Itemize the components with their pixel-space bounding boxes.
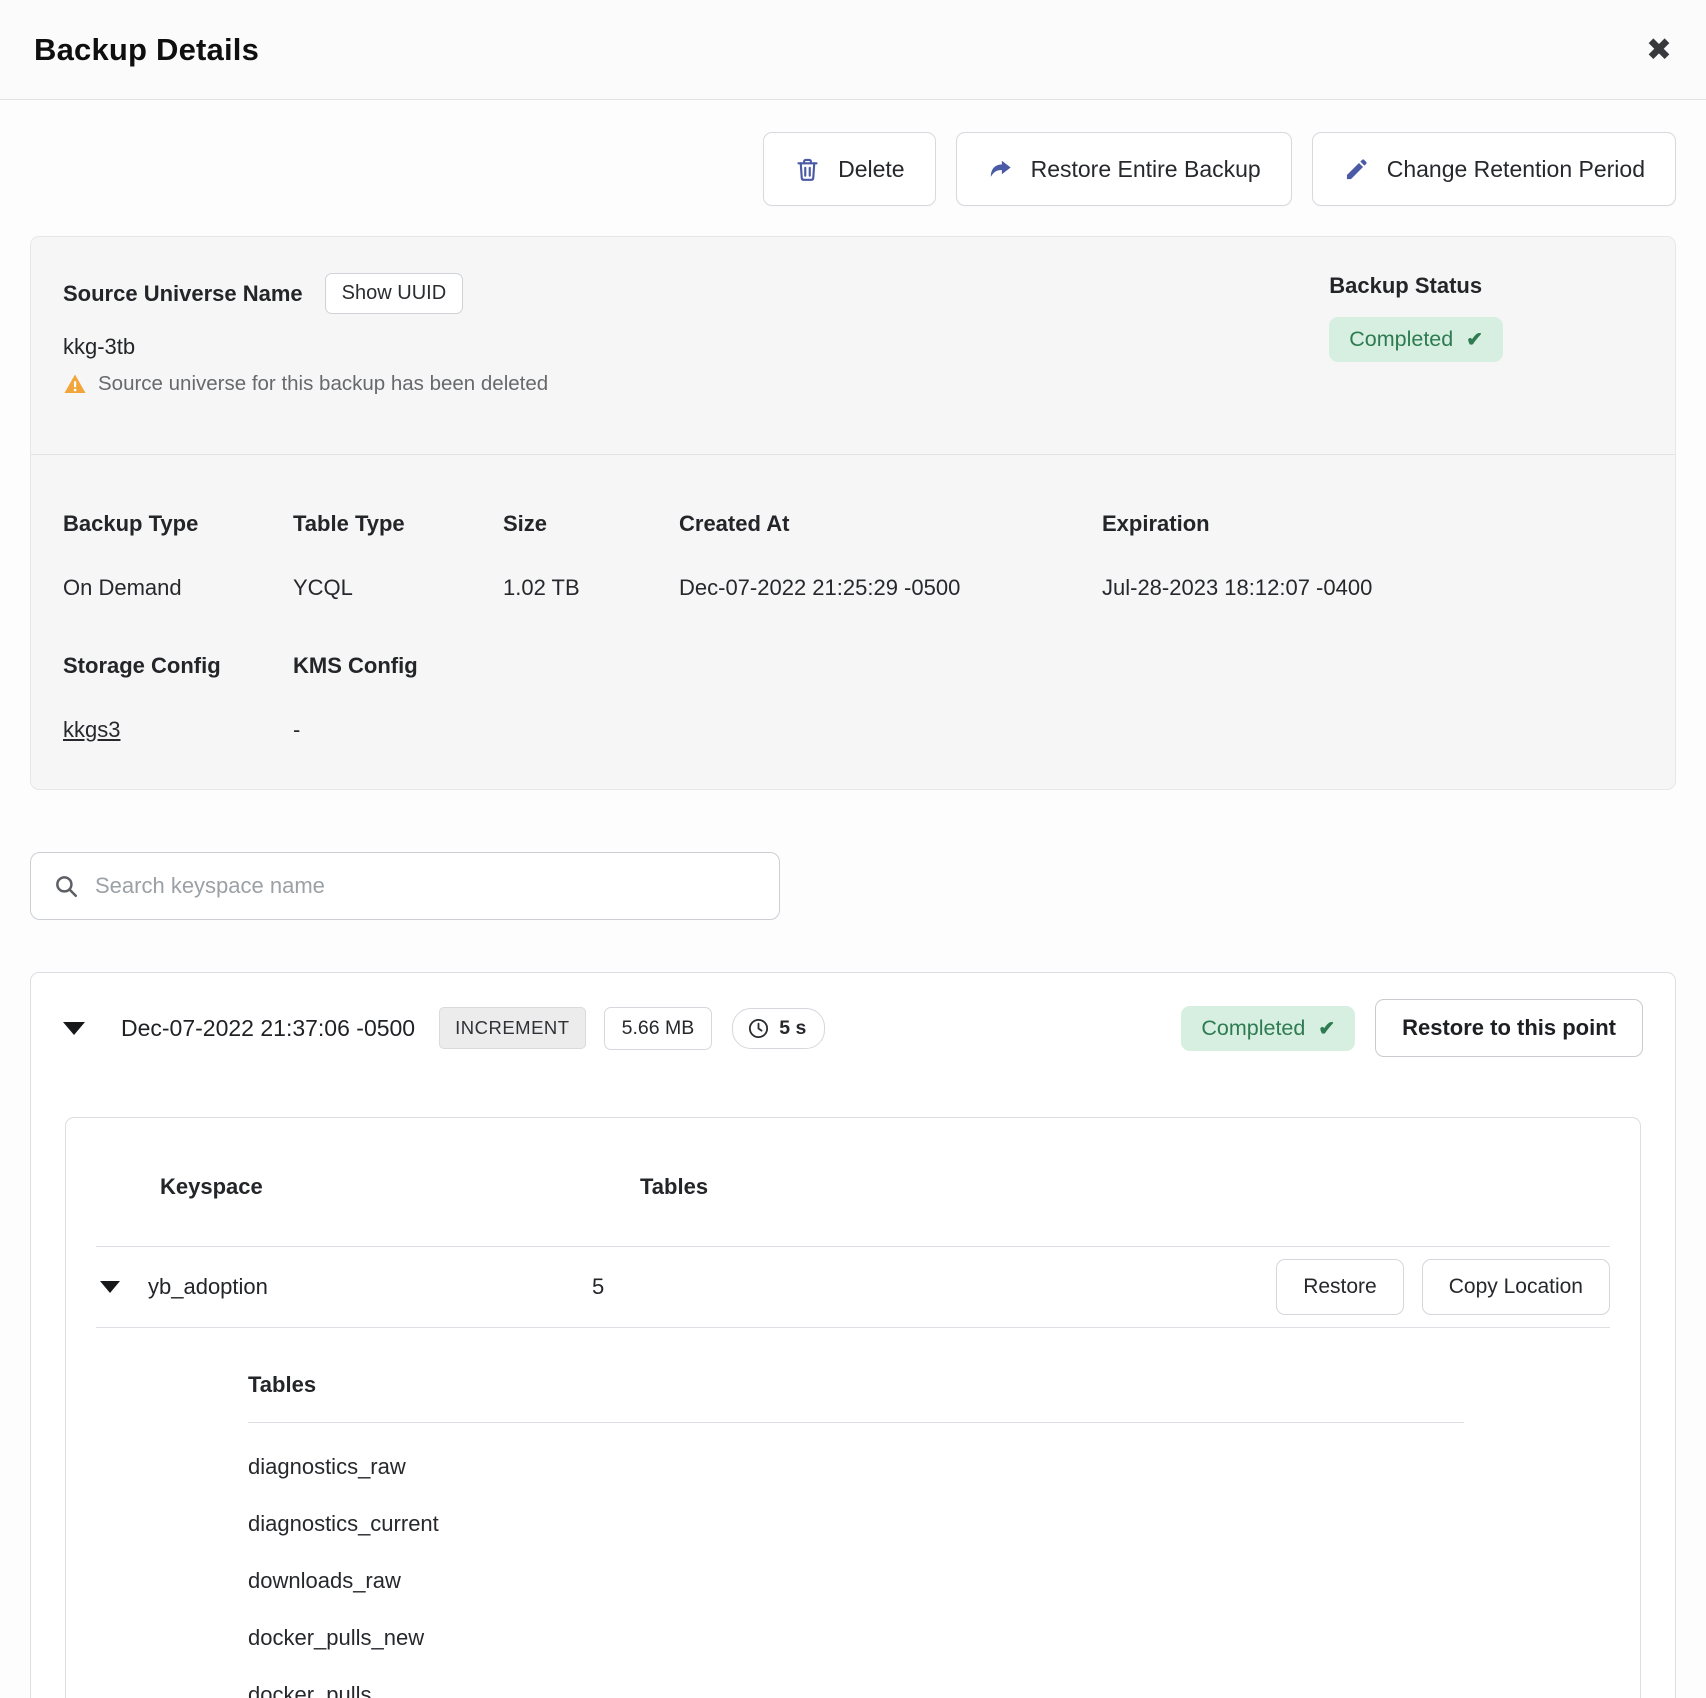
backup-status-block: Backup Status Completed ✔ (1329, 273, 1503, 396)
keyspace-table-header: Keyspace Tables (66, 1118, 1640, 1246)
storage-config-label: Storage Config (63, 653, 293, 679)
keyspace-row-actions: Restore Copy Location (1276, 1259, 1610, 1315)
size-field: Size 1.02 TB (503, 511, 679, 601)
increment-status-text: Completed (1201, 1016, 1305, 1041)
show-uuid-button[interactable]: Show UUID (325, 273, 463, 314)
keyspace-column-header: Keyspace (160, 1174, 640, 1200)
status-badge: Completed ✔ (1329, 317, 1503, 362)
kms-config-value: - (293, 717, 300, 742)
created-at-label: Created At (679, 511, 1102, 537)
size-value: 1.02 TB (503, 575, 580, 600)
kms-config-label: KMS Config (293, 653, 546, 679)
change-retention-period-button[interactable]: Change Retention Period (1312, 132, 1676, 206)
chevron-down-icon[interactable] (63, 1022, 85, 1035)
table-type-field: Table Type YCQL (293, 511, 503, 601)
table-name-item: diagnostics_raw (248, 1454, 1640, 1480)
restore-to-this-point-button[interactable]: Restore to this point (1375, 999, 1643, 1057)
expiration-value: Jul-28-2023 18:12:07 -0400 (1102, 575, 1372, 600)
pencil-icon (1343, 156, 1370, 183)
increment-duration-badge: 5 s (732, 1008, 825, 1049)
increment-status-badge: Completed ✔ (1181, 1006, 1355, 1051)
warning-text: Source universe for this backup has been… (98, 372, 548, 396)
expiration-label: Expiration (1102, 511, 1372, 537)
table-type-value: YCQL (293, 575, 353, 600)
check-icon: ✔ (1318, 1016, 1335, 1041)
clock-icon (747, 1017, 770, 1040)
keyspace-name: yb_adoption (148, 1274, 592, 1300)
trash-icon (794, 156, 821, 183)
backup-type-field: Backup Type On Demand (63, 511, 293, 601)
source-universe-block: Source Universe Name Show UUID kkg-3tb S… (63, 273, 548, 396)
created-at-value: Dec-07-2022 21:25:29 -0500 (679, 575, 960, 600)
created-at-field: Created At Dec-07-2022 21:25:29 -0500 (679, 511, 1102, 601)
status-text: Completed (1349, 327, 1453, 352)
expiration-field: Expiration Jul-28-2023 18:12:07 -0400 (1102, 511, 1372, 601)
backup-summary-panel: Source Universe Name Show UUID kkg-3tb S… (30, 236, 1676, 790)
storage-config-link[interactable]: kkgs3 (63, 717, 120, 742)
backup-status-label: Backup Status (1329, 273, 1482, 298)
table-type-label: Table Type (293, 511, 503, 537)
warning-icon (63, 372, 87, 396)
page-title: Backup Details (34, 32, 259, 68)
toolbar: Delete Restore Entire Backup Change Rete… (30, 132, 1676, 206)
keyspace-search (30, 852, 780, 920)
size-label: Size (503, 511, 679, 537)
universe-deleted-warning: Source universe for this backup has been… (63, 372, 548, 396)
keyspace-row: yb_adoption 5 Restore Copy Location (66, 1247, 1640, 1327)
table-name-item: downloads_raw (248, 1568, 1640, 1594)
table-name-item: docker_pulls_new (248, 1625, 1640, 1651)
restore-entire-backup-button[interactable]: Restore Entire Backup (956, 132, 1292, 206)
search-input[interactable] (95, 873, 757, 899)
tables-subdivider (248, 1422, 1464, 1423)
table-name-item: diagnostics_current (248, 1511, 1640, 1537)
restore-entire-backup-label: Restore Entire Backup (1031, 156, 1261, 183)
chevron-down-icon[interactable] (100, 1281, 120, 1293)
increment-size-badge: 5.66 MB (604, 1007, 713, 1050)
modal-header: Backup Details ✖ (0, 0, 1706, 100)
keyspace-tables-expansion: Tables diagnostics_raw diagnostics_curre… (66, 1328, 1640, 1698)
copy-location-button[interactable]: Copy Location (1422, 1259, 1610, 1315)
kms-config-field: KMS Config - (293, 653, 546, 743)
restore-arrow-icon (987, 156, 1014, 183)
check-icon: ✔ (1466, 327, 1483, 352)
source-universe-label: Source Universe Name (63, 281, 303, 307)
change-retention-period-label: Change Retention Period (1387, 156, 1645, 183)
tables-subheader: Tables (248, 1372, 1640, 1398)
universe-name: kkg-3tb (63, 334, 548, 360)
tables-column-header: Tables (640, 1174, 708, 1200)
increment-type-badge: INCREMENT (439, 1007, 585, 1049)
increment-timestamp: Dec-07-2022 21:37:06 -0500 (121, 1015, 415, 1042)
delete-button-label: Delete (838, 156, 904, 183)
restore-button[interactable]: Restore (1276, 1259, 1404, 1315)
table-name-item: docker_pulls (248, 1682, 1640, 1698)
storage-config-field: Storage Config kkgs3 (63, 653, 293, 743)
modal-body: Delete Restore Entire Backup Change Rete… (0, 132, 1706, 1698)
delete-button[interactable]: Delete (763, 132, 935, 206)
backup-type-value: On Demand (63, 575, 182, 600)
keyspace-table-count: 5 (592, 1274, 1276, 1300)
keyspace-table-card: Keyspace Tables yb_adoption 5 Restore Co… (65, 1117, 1641, 1698)
increment-duration-text: 5 s (779, 1017, 806, 1040)
increment-card: Dec-07-2022 21:37:06 -0500 INCREMENT 5.6… (30, 972, 1676, 1698)
increment-header: Dec-07-2022 21:37:06 -0500 INCREMENT 5.6… (31, 973, 1675, 1083)
search-icon (53, 873, 79, 899)
close-icon[interactable]: ✖ (1646, 34, 1672, 65)
backup-type-label: Backup Type (63, 511, 293, 537)
